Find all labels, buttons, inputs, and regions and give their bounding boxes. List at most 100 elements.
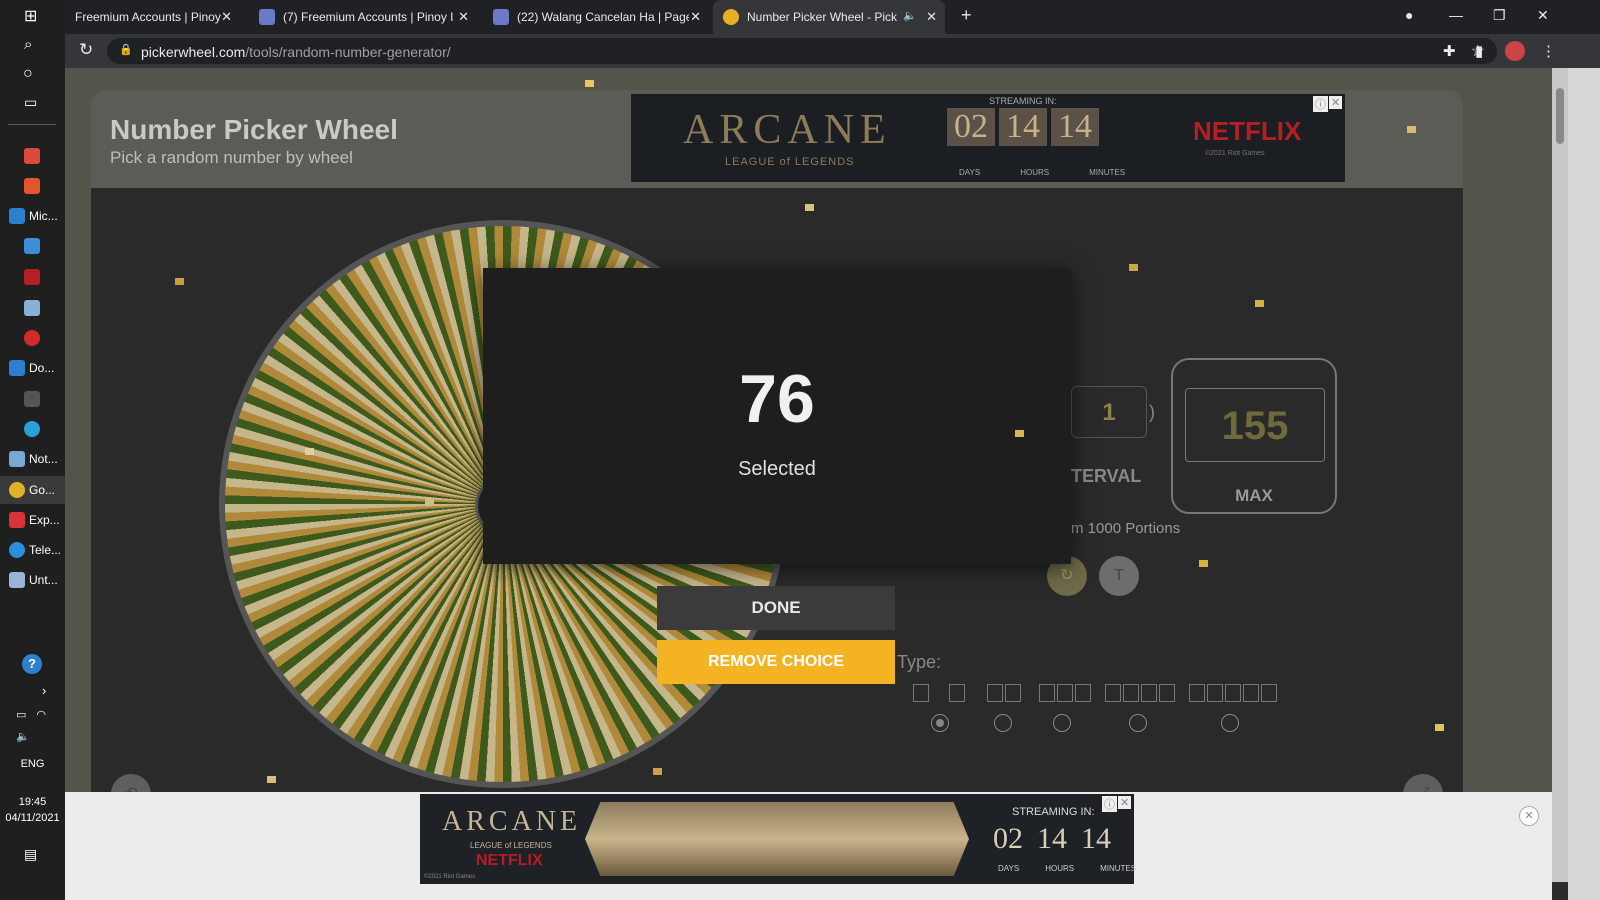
taskbar-item-express[interactable]: Exp...: [0, 506, 65, 534]
clock-date[interactable]: 04/11/2021: [0, 812, 65, 824]
netflix-icon: [24, 269, 40, 285]
new-tab-button[interactable]: +: [961, 5, 972, 26]
taskbar-app-1[interactable]: [0, 142, 65, 170]
taskbar-photos[interactable]: [0, 232, 65, 260]
history-button[interactable]: ⟲: [111, 774, 151, 792]
taskbar-divider: [8, 124, 56, 125]
shield-icon: [493, 9, 509, 25]
clock-time[interactable]: 19:45: [0, 796, 65, 808]
language-indicator[interactable]: ENG: [0, 758, 65, 770]
close-icon[interactable]: ✕: [221, 9, 232, 25]
menu-icon[interactable]: ⋮: [1541, 42, 1556, 60]
result-caption: Selected: [738, 458, 816, 480]
search-button[interactable]: ⌕: [0, 30, 65, 58]
tab-title: Number Picker Wheel - Pick: [747, 10, 897, 24]
notifications-button[interactable]: ▤: [0, 840, 65, 868]
close-window-button[interactable]: ✕: [1537, 7, 1549, 24]
confetti-piece: [305, 448, 314, 455]
profile-avatar[interactable]: [1505, 41, 1525, 61]
tab-2[interactable]: (7) Freemium Accounts | Pinoy In ✕: [249, 0, 477, 34]
paint-icon: [9, 572, 25, 588]
minimize-button[interactable]: —: [1449, 7, 1463, 23]
close-icon[interactable]: ✕: [458, 9, 469, 25]
min-input[interactable]: 1: [1071, 386, 1147, 438]
type-option-5[interactable]: [1189, 684, 1277, 702]
type-radio-4[interactable]: [1129, 714, 1147, 732]
type-radio-5[interactable]: [1221, 714, 1239, 732]
tab-search-icon[interactable]: ●: [1405, 7, 1413, 23]
taskbar-brave[interactable]: [0, 172, 65, 200]
shield-icon: [259, 9, 275, 25]
remove-choice-button[interactable]: REMOVE CHOICE: [657, 640, 895, 684]
cortana-button[interactable]: ○: [0, 60, 65, 88]
confetti-piece: [1015, 430, 1024, 437]
max-input[interactable]: 155: [1185, 388, 1325, 462]
ad-close-icon[interactable]: ✕: [1329, 96, 1343, 109]
opera-icon: [24, 330, 40, 346]
circle-icon: ○: [23, 65, 33, 82]
type-radio-1[interactable]: [931, 714, 949, 732]
ad-info-icon[interactable]: ⓘ: [1313, 96, 1328, 112]
help-button[interactable]: ?: [0, 650, 65, 678]
type-option-3[interactable]: [1039, 684, 1091, 702]
terminal-icon: [24, 391, 40, 407]
taskbar-item-telegram[interactable]: Tele...: [0, 536, 65, 564]
lock-icon: 🔒: [119, 44, 133, 56]
side-panel-icon[interactable]: ▮: [1475, 42, 1483, 60]
taskbar-item-chrome[interactable]: Go...: [0, 476, 65, 504]
tab-active[interactable]: Number Picker Wheel - Pick 🔈 ✕: [713, 0, 945, 34]
ad-streaming-label: STREAMING IN:: [989, 96, 1057, 106]
countdown-days: 02: [947, 108, 995, 146]
top-ad-banner[interactable]: ARCANE LEAGUE of LEGENDS STREAMING IN: 0…: [631, 94, 1345, 182]
tab-title: (7) Freemium Accounts | Pinoy In: [283, 10, 453, 24]
volume-button[interactable]: 🔈: [0, 722, 65, 750]
scrollbar-thumb[interactable]: [1556, 88, 1564, 144]
close-ad-button[interactable]: ✕: [1519, 806, 1539, 826]
close-icon[interactable]: ✕: [926, 9, 937, 25]
tab-3[interactable]: (22) Walang Cancelan Ha | Page ✕: [483, 0, 709, 34]
start-button[interactable]: ⊞: [0, 2, 65, 30]
type-option-1[interactable]: [913, 684, 965, 702]
extensions-icon[interactable]: ✚: [1443, 42, 1456, 60]
taskbar-terminal[interactable]: [0, 385, 65, 413]
type-option-2[interactable]: [987, 684, 1021, 702]
bottom-ad-banner[interactable]: ARCANE LEAGUE of LEGENDS NETFLIX ©2021 R…: [420, 794, 1136, 884]
done-button[interactable]: DONE: [657, 586, 895, 630]
taskbar-opera[interactable]: [0, 324, 65, 352]
taskbar-app-2[interactable]: [0, 294, 65, 322]
address-bar[interactable]: 🔒 pickerwheel.com/tools/random-number-ge…: [107, 38, 1497, 64]
confetti-piece: [805, 204, 814, 211]
windows-taskbar: ⊞ ⌕ ○ ▭ Mic... Do... Not... Go... Exp...…: [0, 0, 65, 900]
ad-info-icon[interactable]: ⓘ: [1102, 796, 1117, 812]
confetti-piece: [1129, 264, 1138, 271]
ad-close-icon[interactable]: ✕: [1118, 796, 1132, 809]
type-option-4[interactable]: [1105, 684, 1175, 702]
text-size-button[interactable]: T: [1099, 556, 1139, 596]
taskbar-item-untitled[interactable]: Unt...: [0, 566, 65, 594]
taskbar-netflix[interactable]: [0, 263, 65, 291]
ad-countdown: 02 14 14: [947, 108, 1099, 146]
taskbar-item-notepad[interactable]: Not...: [0, 445, 65, 473]
tab-title: Freemium Accounts | Pinoy In: [75, 10, 223, 24]
type-radio-3[interactable]: [1053, 714, 1071, 732]
task-view-button[interactable]: ▭: [0, 88, 65, 116]
reload-icon[interactable]: ↻: [79, 40, 93, 60]
confetti-piece: [1199, 560, 1208, 567]
history-icon: ⟲: [124, 785, 137, 792]
wifi-icon: ◠: [36, 708, 47, 721]
page-scrollbar[interactable]: [1552, 68, 1568, 882]
close-icon[interactable]: ✕: [690, 9, 701, 25]
brave-icon: [24, 178, 40, 194]
card-header: Number Picker Wheel Pick a random number…: [91, 90, 1463, 188]
tab-1[interactable]: Freemium Accounts | Pinoy In ✕: [65, 0, 240, 34]
fullscreen-button[interactable]: ⤢: [1403, 774, 1443, 792]
type-radio-2[interactable]: [994, 714, 1012, 732]
ad-lol-text: LEAGUE of LEGENDS: [470, 841, 552, 850]
tab-title: (22) Walang Cancelan Ha | Page: [517, 10, 689, 24]
taskbar-telegram[interactable]: [0, 415, 65, 443]
restore-button[interactable]: ❐: [1493, 7, 1506, 24]
express-icon: [9, 512, 25, 528]
taskbar-item-downloads[interactable]: Do...: [0, 354, 65, 382]
audio-icon[interactable]: 🔈: [903, 9, 917, 22]
taskbar-item-edge[interactable]: Mic...: [0, 202, 65, 230]
